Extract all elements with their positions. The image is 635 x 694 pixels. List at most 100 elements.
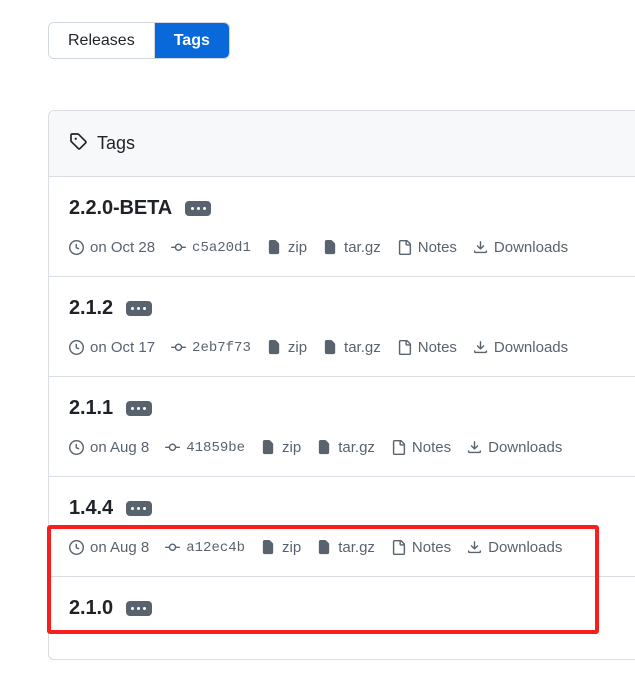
file-zip-icon <box>323 340 338 355</box>
file-zip-icon <box>317 440 332 455</box>
tag-date-label: on Oct 28 <box>90 239 156 256</box>
tags-card-header: Tags <box>49 111 635 177</box>
tag-icon <box>69 132 87 155</box>
more-options-button[interactable] <box>125 501 152 516</box>
download-icon <box>473 240 488 255</box>
tag-title-line: 2.1.0 <box>69 597 627 620</box>
table-row[interactable]: 2.1.2 on Oct 17 2eb7f73 zip tar.gz Notes… <box>49 277 635 377</box>
clock-icon <box>69 440 84 455</box>
file-zip-icon <box>267 340 282 355</box>
tag-downloads-link[interactable]: Downloads <box>467 539 562 556</box>
file-icon <box>391 440 406 455</box>
tag-targz-label: tar.gz <box>344 239 381 256</box>
tag-zip-label: zip <box>287 239 308 256</box>
tag-targz-link[interactable]: tar.gz <box>323 339 381 356</box>
commit-icon <box>171 240 187 255</box>
tag-notes-link[interactable]: Notes <box>397 239 457 256</box>
tag-zip-link[interactable]: zip <box>267 239 307 256</box>
tag-commit-hash: 2eb7f73 <box>192 339 251 356</box>
tag-title-line: 1.4.4 <box>69 497 627 520</box>
tag-targz-link[interactable]: tar.gz <box>317 539 375 556</box>
table-row[interactable]: 1.4.4 on Aug 8 a12ec4b zip tar.gz Notes … <box>49 477 635 577</box>
file-icon <box>397 240 412 255</box>
tag-meta-line: on Aug 8 a12ec4b zip tar.gz Notes Downlo… <box>69 539 627 556</box>
tag-commit[interactable]: 2eb7f73 <box>171 340 251 356</box>
commit-icon <box>165 440 181 455</box>
file-zip-icon <box>261 440 276 455</box>
clock-icon <box>69 240 84 255</box>
download-icon <box>467 440 482 455</box>
more-options-button[interactable] <box>125 401 152 416</box>
tag-downloads-link[interactable]: Downloads <box>473 339 568 356</box>
releases-tags-toggle[interactable]: Releases Tags <box>48 22 230 59</box>
table-row[interactable]: 2.1.1 on Aug 8 41859be zip tar.gz Notes … <box>49 377 635 477</box>
clock-icon <box>69 540 84 555</box>
tag-targz-link[interactable]: tar.gz <box>323 239 381 256</box>
tag-commit[interactable]: 41859be <box>165 440 245 456</box>
file-icon <box>397 340 412 355</box>
commit-icon <box>171 340 187 355</box>
tag-targz-link[interactable]: tar.gz <box>317 439 375 456</box>
clock-icon <box>69 340 84 355</box>
tag-date: on Aug 8 <box>69 539 149 556</box>
tag-downloads-link[interactable]: Downloads <box>467 439 562 456</box>
tag-targz-label: tar.gz <box>338 539 375 556</box>
tag-commit-hash: a12ec4b <box>186 539 246 556</box>
tag-date: on Oct 17 <box>69 339 155 356</box>
tag-date: on Oct 28 <box>69 239 155 256</box>
more-options-button[interactable] <box>125 301 152 316</box>
tag-zip-link[interactable]: zip <box>261 439 301 456</box>
table-row[interactable]: 2.2.0-BETA on Oct 28 c5a20d1 zip tar.gz … <box>49 177 635 277</box>
tag-name-link[interactable]: 2.1.0 <box>69 597 113 620</box>
tag-commit[interactable]: c5a20d1 <box>171 240 251 256</box>
tag-title-line: 2.1.2 <box>69 297 627 320</box>
tag-downloads-label: Downloads <box>493 339 569 356</box>
more-options-button[interactable] <box>125 601 152 616</box>
file-zip-icon <box>323 240 338 255</box>
tag-commit-hash: 41859be <box>186 439 246 456</box>
tag-date-label: on Oct 17 <box>90 339 156 356</box>
tag-targz-label: tar.gz <box>344 339 381 356</box>
tag-zip-link[interactable]: zip <box>261 539 301 556</box>
tags-page: Releases Tags Tags 2.2.0-BETA on Oct 28 … <box>0 0 635 694</box>
tag-downloads-label: Downloads <box>493 239 569 256</box>
tag-notes-link[interactable]: Notes <box>391 439 451 456</box>
tab-releases[interactable]: Releases <box>49 23 154 58</box>
tag-name-link[interactable]: 1.4.4 <box>69 497 113 520</box>
tag-zip-label: zip <box>282 439 302 456</box>
file-icon <box>391 540 406 555</box>
tag-notes-link[interactable]: Notes <box>397 339 457 356</box>
file-zip-icon <box>261 540 276 555</box>
tag-date-label: on Aug 8 <box>90 439 150 456</box>
tag-meta-line: on Oct 28 c5a20d1 zip tar.gz Notes Downl… <box>69 239 627 256</box>
tag-notes-label: Notes <box>417 239 457 256</box>
tag-commit-hash: c5a20d1 <box>192 239 251 256</box>
tag-name-link[interactable]: 2.1.1 <box>69 397 113 420</box>
table-row[interactable]: 2.1.0 <box>49 577 635 659</box>
tag-notes-link[interactable]: Notes <box>391 539 451 556</box>
tag-date-label: on Aug 8 <box>90 539 150 556</box>
tag-notes-label: Notes <box>411 439 452 456</box>
tag-zip-label: zip <box>282 539 302 556</box>
commit-icon <box>165 540 181 555</box>
download-icon <box>467 540 482 555</box>
tag-title-line: 2.2.0-BETA <box>69 197 627 220</box>
tag-title-line: 2.1.1 <box>69 397 627 420</box>
tag-zip-label: zip <box>287 339 308 356</box>
tab-tags[interactable]: Tags <box>154 23 229 58</box>
tag-commit[interactable]: a12ec4b <box>165 540 245 556</box>
tag-meta-line: on Aug 8 41859be zip tar.gz Notes Downlo… <box>69 439 627 456</box>
tag-downloads-label: Downloads <box>488 539 563 556</box>
tag-downloads-link[interactable]: Downloads <box>473 239 568 256</box>
tag-downloads-label: Downloads <box>488 439 563 456</box>
tag-date: on Aug 8 <box>69 439 149 456</box>
tag-name-link[interactable]: 2.1.2 <box>69 297 113 320</box>
tag-name-link[interactable]: 2.2.0-BETA <box>69 197 172 220</box>
tag-meta-line: on Oct 17 2eb7f73 zip tar.gz Notes Downl… <box>69 339 627 356</box>
tags-card-title: Tags <box>97 133 136 153</box>
download-icon <box>473 340 488 355</box>
file-zip-icon <box>267 240 282 255</box>
more-options-button[interactable] <box>185 201 212 216</box>
tag-zip-link[interactable]: zip <box>267 339 307 356</box>
tag-targz-label: tar.gz <box>338 439 375 456</box>
